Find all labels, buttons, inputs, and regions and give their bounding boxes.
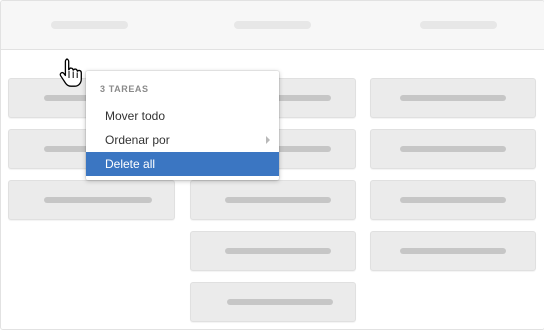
task-card[interactable]: [190, 231, 356, 271]
card-text-placeholder: [225, 248, 331, 254]
chevron-right-icon: [266, 136, 270, 144]
task-card[interactable]: [370, 180, 536, 220]
menu-item-sort-by[interactable]: Ordenar por: [86, 128, 279, 152]
card-text-placeholder: [400, 197, 506, 203]
task-card[interactable]: [370, 231, 536, 271]
card-text-placeholder: [225, 197, 331, 203]
column-title-placeholder: [234, 21, 311, 29]
column-header[interactable]: [363, 1, 544, 50]
column-context-menu: 3 TAREAS Mover todo Ordenar por Delete a…: [86, 71, 279, 180]
menu-item-move-all[interactable]: Mover todo: [86, 104, 279, 128]
task-card[interactable]: [8, 180, 175, 220]
menu-item-label: Delete all: [105, 157, 156, 171]
card-text-placeholder: [400, 95, 506, 101]
menu-item-label: Mover todo: [105, 109, 166, 123]
hand-pointer-icon: [59, 58, 82, 87]
card-text-placeholder: [400, 248, 506, 254]
column-title-placeholder: [51, 21, 128, 29]
card-text-placeholder: [227, 299, 333, 305]
column-header[interactable]: [1, 1, 182, 50]
card-text-placeholder: [44, 197, 152, 203]
task-card[interactable]: [190, 180, 356, 220]
kanban-column-3: [363, 1, 544, 329]
column-header[interactable]: [182, 1, 363, 50]
task-card[interactable]: [370, 129, 536, 169]
menu-heading: 3 TAREAS: [100, 84, 149, 94]
task-card[interactable]: [190, 282, 356, 322]
column-title-placeholder: [420, 21, 497, 29]
menu-item-delete-all[interactable]: Delete all: [86, 152, 279, 176]
menu-item-label: Ordenar por: [105, 133, 170, 147]
card-text-placeholder: [400, 146, 506, 152]
task-card[interactable]: [370, 78, 536, 118]
